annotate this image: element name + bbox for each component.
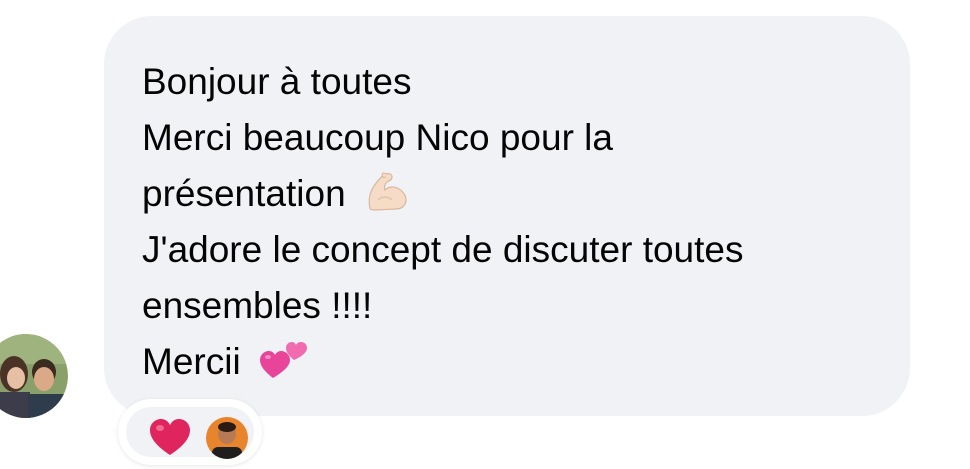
sender-avatar[interactable] — [0, 334, 68, 418]
message-line-5: ensembles !!!! — [142, 278, 872, 334]
two-hearts-icon — [259, 336, 309, 396]
message-text: Bonjour à toutes — [142, 61, 412, 102]
message-bubble[interactable]: Bonjour à toutes Merci beaucoup Nico pou… — [104, 16, 910, 416]
reactions-inner — [126, 407, 254, 459]
red-heart-icon — [148, 417, 192, 462]
reactions-pill[interactable] — [118, 399, 262, 465]
message-line-3: présentation — [142, 166, 872, 222]
message-line-2: Merci beaucoup Nico pour la — [142, 110, 872, 166]
reactor-avatar[interactable] — [206, 417, 248, 459]
message-line-6: Mercii — [142, 334, 872, 390]
flexed-biceps-icon — [364, 170, 410, 228]
message-line-4: J'adore le concept de discuter toutes — [142, 222, 872, 278]
message-text: présentation — [142, 173, 346, 214]
message-text: Merci beaucoup Nico pour la — [142, 117, 613, 158]
message-text: J'adore le concept de discuter toutes — [142, 229, 744, 270]
message-text: Mercii — [142, 341, 241, 382]
message-text: ensembles !!!! — [142, 285, 373, 326]
message-line-1: Bonjour à toutes — [142, 54, 872, 110]
chat-message-stage: Bonjour à toutes Merci beaucoup Nico pou… — [0, 0, 970, 469]
